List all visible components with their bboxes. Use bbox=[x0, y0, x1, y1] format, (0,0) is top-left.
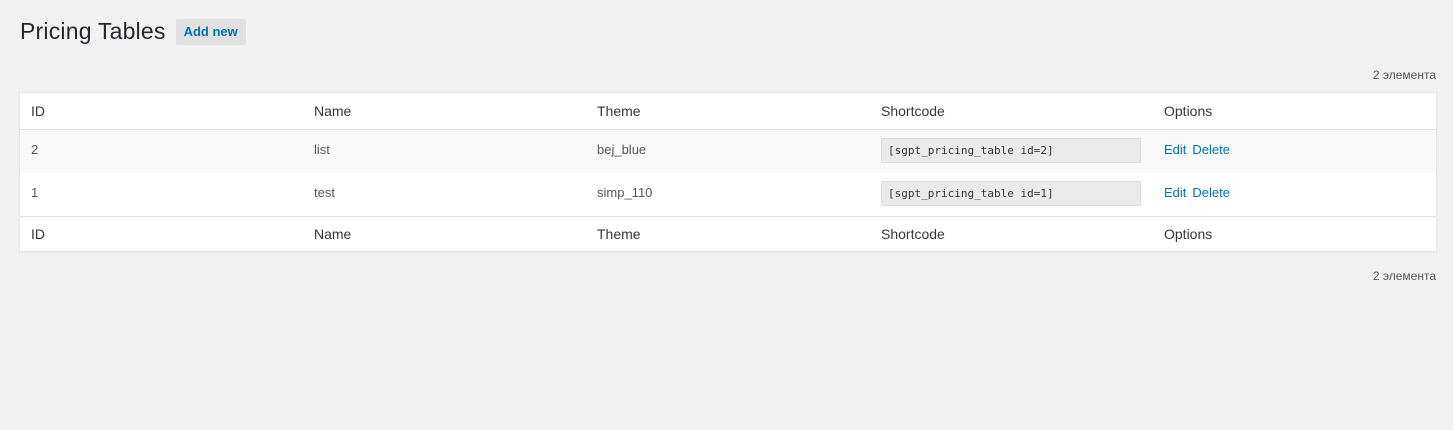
items-count-top: 2 элемента bbox=[1372, 68, 1436, 82]
column-footer-theme: Theme bbox=[597, 226, 641, 242]
column-footer-name[interactable]: Name bbox=[303, 226, 586, 242]
row-shortcode-cell: [sgpt_pricing_table id=1] bbox=[870, 181, 1153, 206]
column-header-name[interactable]: Name bbox=[303, 103, 586, 119]
row-options: Edit Delete bbox=[1153, 183, 1436, 203]
row-theme: bej_blue bbox=[597, 142, 647, 157]
column-footer-options: Options bbox=[1164, 226, 1213, 242]
edit-link[interactable]: Edit bbox=[1164, 142, 1186, 157]
delete-link[interactable]: Delete bbox=[1192, 142, 1230, 157]
page-title: Pricing Tables bbox=[20, 18, 166, 44]
page: Pricing Tables Add new 2 элемента ID Nam… bbox=[0, 0, 1453, 430]
edit-link[interactable]: Edit bbox=[1164, 185, 1186, 200]
row-name: list bbox=[314, 142, 330, 157]
row-shortcode-cell: [sgpt_pricing_table id=2] bbox=[870, 138, 1153, 163]
column-footer-id[interactable]: ID bbox=[20, 226, 303, 242]
table-row: 2 list bej_blue [sgpt_pricing_table id=2… bbox=[20, 130, 1436, 173]
shortcode-field[interactable]: [sgpt_pricing_table id=1] bbox=[881, 181, 1141, 206]
row-id: 1 bbox=[31, 185, 39, 200]
page-heading: Pricing Tables Add new bbox=[20, 17, 246, 46]
pricing-tables-table: ID Name Theme Shortcode Options 2 list b… bbox=[19, 92, 1437, 252]
table-footer: ID Name Theme Shortcode Options bbox=[20, 216, 1436, 251]
row-name: test bbox=[314, 185, 335, 200]
table-row: 1 test simp_110 [sgpt_pricing_table id=1… bbox=[20, 173, 1436, 216]
delete-link[interactable]: Delete bbox=[1192, 185, 1230, 200]
row-options: Edit Delete bbox=[1153, 140, 1436, 160]
row-theme: simp_110 bbox=[597, 185, 653, 200]
add-new-button[interactable]: Add new bbox=[175, 18, 246, 45]
shortcode-field[interactable]: [sgpt_pricing_table id=2] bbox=[881, 138, 1141, 163]
column-footer-shortcode: Shortcode bbox=[881, 226, 945, 242]
column-header-id[interactable]: ID bbox=[20, 103, 303, 119]
items-count-bottom: 2 элемента bbox=[1372, 269, 1436, 283]
column-header-options: Options bbox=[1164, 103, 1213, 119]
column-header-theme: Theme bbox=[597, 103, 641, 119]
column-header-shortcode: Shortcode bbox=[881, 103, 945, 119]
table-header: ID Name Theme Shortcode Options bbox=[20, 93, 1436, 130]
row-id: 2 bbox=[31, 142, 39, 157]
